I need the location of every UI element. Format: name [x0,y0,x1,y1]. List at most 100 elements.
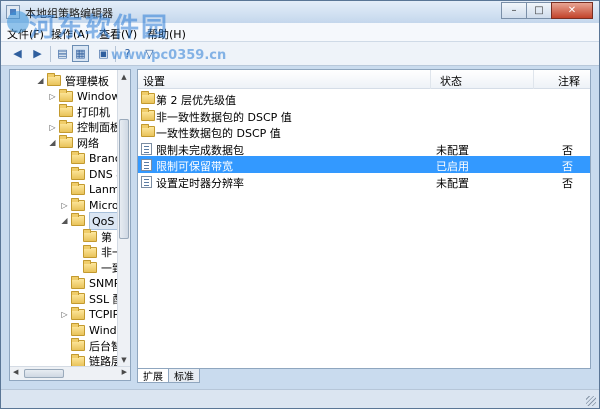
folder-icon[interactable]: ▤ [54,45,71,62]
tree-item-label: 管理模板 [65,74,109,88]
scroll-thumb[interactable] [119,119,129,239]
setting-state: 已启用 [436,160,469,174]
folder-icon [141,124,155,138]
settings-list[interactable]: 设置 状态 注释 第 2 层优先级值非一致性数据包的 DSCP 值一致性数据包的… [137,69,591,369]
view-tabs: 扩展 标准 [137,369,200,383]
tree-item-label: SNMP [89,276,121,290]
forward-arrow-icon[interactable]: ▶ [29,45,46,62]
setting-name: 第 2 层优先级值 [156,94,236,107]
folder-icon [83,244,97,258]
list-row[interactable]: 限制未完成数据包 未配置 否 [138,140,590,157]
setting-comment: 否 [562,143,573,157]
folder-icon [71,322,85,336]
tab-extended[interactable]: 扩展 [137,369,169,383]
tree-item[interactable]: ▷ Windows [48,88,126,105]
tab-standard[interactable]: 标准 [168,369,200,383]
tree-item[interactable]: 第 [72,228,112,245]
back-arrow-icon[interactable]: ◀ [9,45,26,62]
navigation-tree[interactable]: ◢ 管理模板 ▷ Windows 打印机 ▷ 控制面板 ◢ 网络 Branch DNS 客 Lanma… [9,69,131,381]
resize-grip-icon[interactable] [586,396,596,406]
setting-state: 未配置 [436,177,469,190]
tree-vertical-scrollbar[interactable]: ▲ ▼ [117,70,130,366]
column-header-comment[interactable]: 注释 [558,73,580,89]
scroll-right-arrow-icon[interactable]: ▶ [122,368,127,376]
tree-item[interactable]: SSL 配 [60,290,124,307]
collapse-icon[interactable]: ◢ [60,216,69,225]
scroll-thumb[interactable] [24,369,64,378]
setting-name: 设置定时器分辨率 [156,177,244,190]
watermark-logo [7,11,29,33]
folder-icon [47,73,61,86]
toolbar: ◀ ▶ ▤ ▦ ▣ ? ▽ [1,42,599,66]
scroll-up-arrow-icon[interactable]: ▲ [118,70,130,83]
collapse-icon[interactable]: ◢ [48,138,57,147]
tree-item-label: 控制面板 [77,121,121,135]
folder-icon [59,88,73,102]
list-row[interactable]: 一致性数据包的 DSCP 值 [138,123,590,140]
folder-icon [59,135,73,149]
folder-icon [71,182,85,196]
tree-item[interactable]: ◢ 网络 [48,134,99,151]
tree-item[interactable]: ▷ TCPIP [60,306,119,323]
setting-name: 限制可保留带宽 [156,160,233,174]
expand-icon[interactable]: ▷ [60,310,69,319]
show-hide-tree-icon[interactable]: ▦ [72,45,89,62]
list-header: 设置 状态 注释 [138,70,590,89]
expand-icon[interactable]: ▷ [48,92,57,101]
folder-icon [71,197,85,211]
tree-item-label: TCPIP [89,308,120,321]
tree-item[interactable]: ▷ 控制面板 [48,119,121,136]
folder-icon [71,291,85,305]
collapse-icon[interactable]: ◢ [36,76,45,85]
watermark-text: 河东软件园 [29,13,170,43]
tree-item[interactable]: 打印机 [48,103,110,120]
maximize-button[interactable]: □ [526,2,552,19]
folder-icon [71,213,85,227]
column-header-state[interactable]: 状态 [440,73,462,89]
tree-horizontal-scrollbar[interactable]: ◀ ▶ [10,366,130,380]
folder-icon [71,338,85,352]
policy-setting-icon [141,142,152,155]
policy-setting-icon [141,176,152,188]
setting-name: 非一致性数据包的 DSCP 值 [156,110,292,124]
setting-comment: 否 [562,177,573,190]
close-button[interactable]: ✕ [551,2,593,19]
folder-icon [141,107,155,121]
setting-name: 一致性数据包的 DSCP 值 [156,127,281,141]
folder-icon [71,166,85,180]
tree-item[interactable]: 非一 [72,244,123,261]
list-row[interactable]: 设置定时器分辨率 未配置 否 [138,173,590,190]
tree-item-label: Micro [89,198,119,212]
policy-setting-icon [141,159,152,172]
tree-item[interactable]: Windo [60,322,123,339]
status-bar [1,389,599,408]
tree-item[interactable]: 后台智 [60,337,122,354]
folder-icon [59,119,73,133]
tree-item-label: 网络 [77,136,99,150]
folder-icon [59,104,73,118]
export-list-icon[interactable]: ▣ [95,45,112,62]
list-row[interactable]: 限制可保留带宽 已启用 否 [138,156,590,174]
tree-item[interactable]: ◢ 管理模板 [36,72,109,89]
list-row[interactable]: 第 2 层优先级值 [138,90,590,107]
tree-item[interactable]: 一致 [72,259,123,276]
folder-icon [83,260,97,274]
expand-icon[interactable]: ▷ [60,201,69,210]
minimize-button[interactable]: – [501,2,527,19]
folder-icon [83,229,97,242]
folder-icon [71,307,85,320]
tree-item-label: 第 [101,230,112,244]
scroll-down-arrow-icon[interactable]: ▼ [118,353,130,366]
list-row[interactable]: 非一致性数据包的 DSCP 值 [138,107,590,124]
watermark-url: www.pc0359.cn [111,48,227,63]
setting-state: 未配置 [436,143,469,157]
folder-icon [71,275,85,289]
folder-icon [71,151,85,164]
tree-item-label: 打印机 [77,105,110,119]
setting-name: 限制未完成数据包 [156,143,244,157]
scroll-left-arrow-icon[interactable]: ◀ [13,368,18,376]
tree-item[interactable]: SNMP [60,275,120,292]
column-header-setting[interactable]: 设置 [143,73,165,89]
app-window: 本地组策略编辑器 – □ ✕ 文件(F) 操作(A) 查看(V) 帮助(H) ◀… [0,0,600,409]
expand-icon[interactable]: ▷ [48,123,57,132]
